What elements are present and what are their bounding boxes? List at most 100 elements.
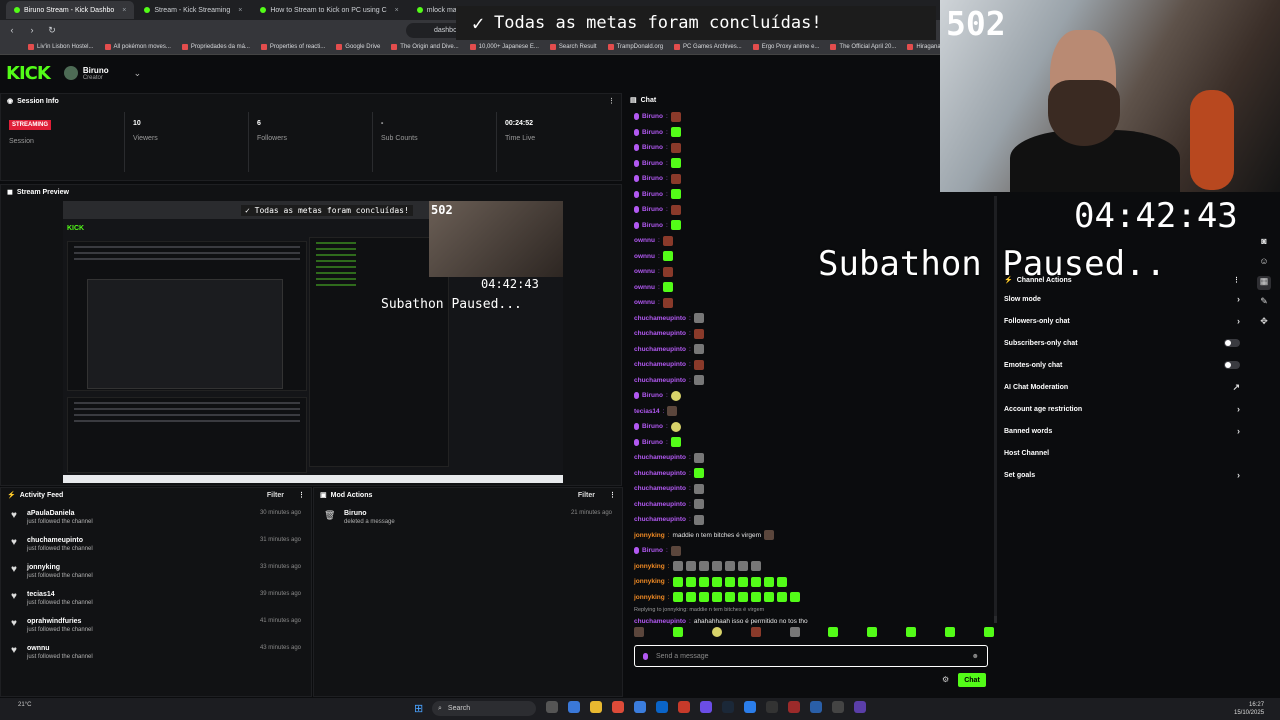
channel-switcher[interactable]: Biruno Creator ⌄	[63, 66, 142, 81]
bookmark[interactable]: The Official April 20...	[830, 44, 896, 50]
bookmark[interactable]: Liv'in Lisbon Hostel...	[28, 44, 94, 50]
back-icon[interactable]: ‹	[6, 25, 18, 35]
system-clock[interactable]: 16:27 15/10/2025	[1234, 701, 1264, 717]
chevron-right-icon[interactable]: ›	[1237, 426, 1240, 436]
chat-bubble-icon[interactable]: ◙	[1257, 236, 1271, 250]
emote-icon[interactable]	[945, 627, 955, 637]
browser-tab[interactable]: Biruno Stream - Kick Dashbo ×	[6, 1, 135, 19]
chat-username[interactable]: Biruno	[642, 191, 663, 198]
toggle-switch[interactable]	[1224, 339, 1240, 347]
outlook-icon[interactable]	[656, 701, 668, 713]
chat-username[interactable]: chuchameupinto	[634, 346, 686, 353]
feed-username[interactable]: chuchameupinto	[27, 537, 260, 544]
chat-username[interactable]: Biruno	[642, 113, 663, 120]
forward-icon[interactable]: ›	[26, 25, 38, 35]
browser-tab[interactable]: How to Stream to Kick on PC using C ×	[252, 1, 406, 19]
feed-username[interactable]: jonnyking	[27, 564, 260, 571]
more-options-icon[interactable]: ⋮	[298, 491, 305, 499]
bookmark[interactable]: PC Games Archives...	[674, 44, 742, 50]
wrench-icon[interactable]: ✎	[1257, 296, 1271, 310]
chat-input[interactable]: Send a message ☻	[634, 645, 988, 667]
feed-username[interactable]: tecias14	[27, 591, 260, 598]
epic-games-icon[interactable]	[766, 701, 778, 713]
emote-icon[interactable]	[634, 627, 644, 637]
bookmark[interactable]: Ergo Proxy anime e...	[752, 44, 819, 50]
bookmark[interactable]: Search Result	[549, 44, 597, 50]
channel-action-item[interactable]: AI Chat Moderation ↗	[998, 376, 1248, 398]
media-player-icon[interactable]	[832, 701, 844, 713]
chat-send-button[interactable]: Chat	[958, 673, 986, 687]
emote-icon[interactable]	[789, 627, 800, 637]
chevron-right-icon[interactable]: ›	[1237, 294, 1240, 304]
app-icon[interactable]	[810, 701, 822, 713]
chat-username[interactable]: jonnyking	[634, 594, 665, 601]
bookmark[interactable]: 10,000+ Japanese E...	[469, 44, 539, 50]
bookmark[interactable]: TrampDonald.org	[607, 44, 663, 50]
chevron-right-icon[interactable]: ›	[1237, 404, 1240, 414]
chat-username[interactable]: chuchameupinto	[634, 485, 686, 492]
channel-action-item[interactable]: Host Channel	[998, 442, 1248, 464]
chat-username[interactable]: ownnu	[634, 253, 655, 260]
emote-icon[interactable]	[867, 627, 878, 637]
close-icon[interactable]: ×	[238, 7, 242, 14]
chat-username[interactable]: chuchameupinto	[634, 315, 686, 322]
chat-username[interactable]: chuchameupinto	[634, 618, 686, 625]
emote-icon[interactable]	[711, 627, 722, 637]
stream-preview-video[interactable]: KICK ✓ Todas as metas foram concluídas! …	[63, 201, 563, 483]
taskbar-search[interactable]: ⌕ Search	[432, 701, 536, 716]
weather-widget[interactable]: 21°C	[18, 701, 31, 709]
chat-username[interactable]: ownnu	[634, 237, 655, 244]
channel-action-item[interactable]: Slow mode ›	[998, 288, 1248, 310]
chat-username[interactable]: chuchameupinto	[634, 501, 686, 508]
chat-username[interactable]: chuchameupinto	[634, 377, 686, 384]
chat-username[interactable]: chuchameupinto	[634, 454, 686, 461]
more-options-icon[interactable]: ⋮	[608, 97, 615, 105]
chevron-down-icon[interactable]: ⌄	[134, 68, 142, 79]
filter-button[interactable]: Filter	[267, 492, 284, 499]
close-icon[interactable]: ×	[395, 7, 399, 14]
people-icon[interactable]: ✥	[1257, 316, 1271, 330]
feed-username[interactable]: aPaulaDaniela	[27, 510, 260, 517]
channel-action-item[interactable]: Banned words ›	[998, 420, 1248, 442]
steam-icon[interactable]	[722, 701, 734, 713]
filter-button[interactable]: Filter	[578, 492, 595, 499]
chat-settings-icon[interactable]: ⚙	[942, 675, 949, 684]
vscode-icon[interactable]	[744, 701, 756, 713]
chat-username[interactable]: Biruno	[642, 144, 663, 151]
bookmark[interactable]: All pokémon moves...	[104, 44, 171, 50]
tools-icon[interactable]: ▦	[1257, 276, 1271, 290]
edge-icon[interactable]	[568, 701, 580, 713]
chat-username[interactable]: tecias14	[634, 408, 660, 415]
chat-username[interactable]: Biruno	[642, 423, 663, 430]
chrome-icon[interactable]	[612, 701, 624, 713]
bookmark[interactable]: Properties of reacti...	[260, 44, 325, 50]
chat-username[interactable]: Biruno	[642, 439, 663, 446]
emote-icon[interactable]	[672, 627, 683, 637]
emote-icon[interactable]	[906, 627, 917, 637]
app-icon[interactable]	[788, 701, 800, 713]
chat-username[interactable]: chuchameupinto	[634, 330, 686, 337]
browser-tab[interactable]: Stream - Kick Streaming ×	[136, 1, 250, 19]
channel-action-item[interactable]: Set goals ›	[998, 464, 1248, 486]
channel-action-item[interactable]: Account age restriction ›	[998, 398, 1248, 420]
discord-icon[interactable]	[700, 701, 712, 713]
bookmark[interactable]: Propriedades da má...	[181, 44, 250, 50]
chat-username[interactable]: Biruno	[642, 547, 663, 554]
reload-icon[interactable]: ↻	[46, 25, 58, 36]
chat-username[interactable]: jonnyking	[634, 578, 665, 585]
feed-username[interactable]: Biruno	[344, 510, 571, 517]
chevron-right-icon[interactable]: ›	[1237, 316, 1240, 326]
channel-action-item[interactable]: Subscribers-only chat	[998, 332, 1248, 354]
chevron-right-icon[interactable]: ›	[1237, 470, 1240, 480]
more-options-icon[interactable]: ⋮	[609, 491, 616, 499]
emote-icon[interactable]	[750, 627, 761, 637]
chat-username[interactable]: Biruno	[642, 175, 663, 182]
chat-username[interactable]: ownnu	[634, 284, 655, 291]
chat-username[interactable]: jonnyking	[634, 532, 665, 539]
bookmark[interactable]: The Origin and Dive...	[391, 44, 459, 50]
brave-icon[interactable]	[678, 701, 690, 713]
toggle-switch[interactable]	[1224, 361, 1240, 369]
external-link-icon[interactable]: ↗	[1232, 382, 1240, 393]
chat-username[interactable]: Biruno	[642, 206, 663, 213]
chat-username[interactable]: Biruno	[642, 222, 663, 229]
